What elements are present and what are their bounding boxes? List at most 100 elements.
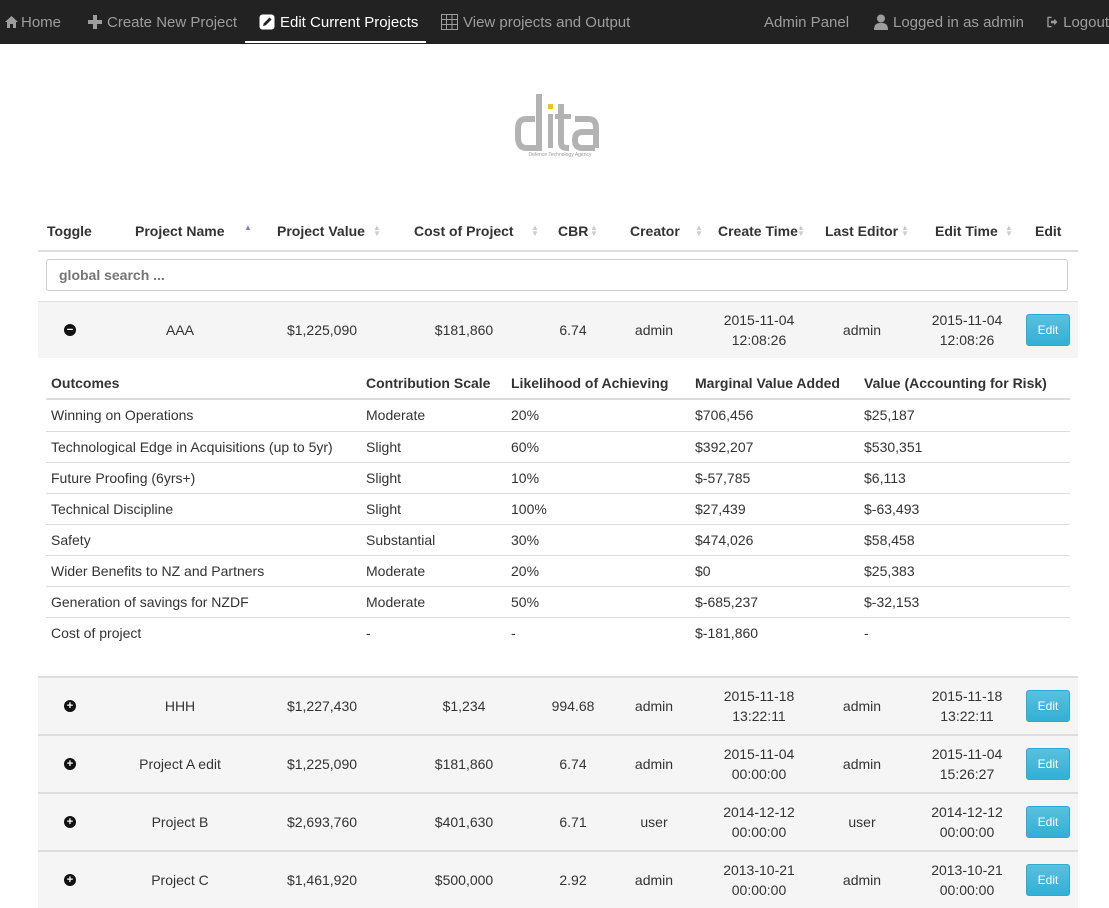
project-creator: admin: [634, 756, 674, 772]
project-cbr: 6.74: [559, 322, 587, 338]
project-cost: $1,234: [442, 698, 486, 714]
project-edit-time: 2015-11-04 12:08:26: [912, 302, 1022, 358]
toggle-cell[interactable]: −: [56, 302, 84, 358]
project-edit-time: 2014-12-12 00:00:00: [912, 794, 1022, 850]
header-last-editor[interactable]: Last Editor: [825, 212, 898, 250]
nav-logged-in[interactable]: Logged in as admin: [874, 0, 1024, 44]
nav-logout[interactable]: Logout: [1047, 0, 1109, 44]
table-header: Toggle Project Name ▲ Project Value ▲ ▼ C…: [38, 212, 1078, 252]
nav-create-project[interactable]: Create New Project: [88, 0, 237, 44]
sort-icon[interactable]: ▲ ▼: [373, 224, 381, 238]
toggle-cell[interactable]: +: [56, 794, 84, 850]
dta-logo: Defence Technology Agency: [515, 92, 603, 162]
project-editor: user: [848, 814, 876, 830]
global-search-input[interactable]: [46, 259, 1068, 291]
edit-cell: Edit: [1026, 852, 1070, 908]
sort-icon[interactable]: ▲ ▼: [590, 224, 598, 238]
header-edit: Edit: [1035, 223, 1062, 239]
project-creator: admin: [634, 322, 674, 338]
edit-date: 2013-10-21: [931, 862, 1003, 878]
header-cbr[interactable]: CBR: [558, 212, 588, 250]
project-value: $1,461,920: [286, 872, 358, 888]
edit-button[interactable]: Edit: [1026, 748, 1070, 780]
value-risk-cell: $-32,153: [864, 594, 920, 610]
toggle-cell[interactable]: +: [56, 852, 84, 908]
nav-view-projects[interactable]: View projects and Output: [441, 0, 630, 44]
create-date: 2015-11-18: [723, 688, 795, 704]
detail-header-outcomes: Outcomes: [51, 375, 120, 391]
contribution-cell: Moderate: [366, 563, 426, 579]
toggle-cell[interactable]: +: [56, 736, 84, 792]
project-editor: admin: [842, 872, 882, 888]
nav-admin-panel[interactable]: Admin Panel: [764, 0, 849, 44]
home-icon: [5, 16, 18, 28]
header-cost[interactable]: Cost of Project: [414, 212, 514, 250]
project-creator: admin: [634, 872, 674, 888]
header-edit-time[interactable]: Edit Time: [935, 212, 998, 250]
edit-cell: Edit: [1026, 736, 1070, 792]
sort-icon[interactable]: ▲ ▼: [531, 224, 539, 238]
create-clock: 00:00:00: [731, 766, 787, 782]
table-row: − AAA $1,225,090 $181,860 6.74 admin 201…: [38, 301, 1078, 358]
likelihood-cell: -: [511, 625, 516, 641]
likelihood-cell: 50%: [511, 594, 540, 610]
project-name: Project A edit: [139, 756, 221, 772]
edit-button[interactable]: Edit: [1026, 864, 1070, 896]
minus-circle-icon[interactable]: −: [64, 324, 76, 336]
outcome-cell: Generation of savings for NZDF: [51, 594, 249, 610]
edit-clock: 00:00:00: [939, 882, 995, 898]
header-create-time[interactable]: Create Time: [718, 212, 798, 250]
plus-circle-icon[interactable]: +: [64, 874, 76, 886]
header-project-value[interactable]: Project Value: [277, 212, 365, 250]
search-row: [38, 250, 1078, 303]
plus-icon: [88, 15, 102, 29]
contribution-cell: Slight: [366, 501, 402, 517]
outcome-cell: Future Proofing (6yrs+): [51, 470, 196, 486]
edit-icon: [259, 14, 275, 30]
create-clock: 12:08:26: [731, 332, 787, 348]
project-cost: $181,860: [434, 756, 494, 772]
create-clock: 13:22:11: [732, 708, 786, 724]
outcome-cell: Safety: [51, 532, 91, 548]
nav-home[interactable]: Home: [4, 0, 61, 44]
nav-edit-current-label: Edit Current Projects: [280, 13, 419, 31]
marginal-cell: $706,456: [695, 407, 754, 423]
project-create-time: 2014-12-12 00:00:00: [704, 794, 814, 850]
header-project-name[interactable]: Project Name: [135, 212, 224, 250]
contribution-cell: Moderate: [366, 407, 426, 423]
project-cost: $401,630: [434, 814, 494, 830]
detail-row: Generation of savings for NZDF Moderate 50…: [46, 586, 1070, 618]
sort-icon[interactable]: ▲ ▼: [797, 224, 805, 238]
sort-icon[interactable]: ▲ ▼: [1005, 224, 1013, 238]
marginal-cell: $-181,860: [695, 625, 759, 641]
create-clock: 00:00:00: [731, 824, 787, 840]
edit-button[interactable]: Edit: [1026, 806, 1070, 838]
project-editor: admin: [842, 756, 882, 772]
project-edit-time: 2015-11-04 15:26:27: [912, 736, 1022, 792]
plus-circle-icon[interactable]: +: [64, 758, 76, 770]
value-risk-cell: $25,383: [864, 563, 915, 579]
plus-circle-icon[interactable]: +: [64, 700, 76, 712]
contribution-cell: Moderate: [366, 594, 426, 610]
sort-asc-icon[interactable]: ▲: [244, 224, 252, 232]
edit-button[interactable]: Edit: [1026, 690, 1070, 722]
plus-circle-icon[interactable]: +: [64, 816, 76, 828]
project-editor: admin: [842, 698, 882, 714]
likelihood-cell: 10%: [511, 470, 540, 486]
contribution-cell: -: [366, 625, 371, 641]
project-editor: admin: [842, 322, 882, 338]
project-create-time: 2013-10-21 00:00:00: [704, 852, 814, 908]
header-toggle: Toggle: [47, 223, 92, 239]
edit-button[interactable]: Edit: [1026, 314, 1070, 346]
sort-icon[interactable]: ▲ ▼: [695, 224, 703, 238]
nav-edit-current[interactable]: Edit Current Projects: [245, 0, 426, 44]
sort-icon[interactable]: ▲ ▼: [901, 224, 909, 238]
value-risk-cell: $6,113: [864, 470, 906, 486]
logout-icon: [1047, 16, 1058, 28]
outcome-cell: Wider Benefits to NZ and Partners: [51, 563, 265, 579]
header-creator[interactable]: Creator: [630, 212, 680, 250]
toggle-cell[interactable]: +: [56, 678, 84, 734]
create-date: 2015-11-04: [723, 312, 795, 328]
nav-create-label: Create New Project: [107, 13, 238, 31]
table-row: + Project C $1,461,920 $500,000 2.92 admin 201…: [38, 850, 1078, 908]
